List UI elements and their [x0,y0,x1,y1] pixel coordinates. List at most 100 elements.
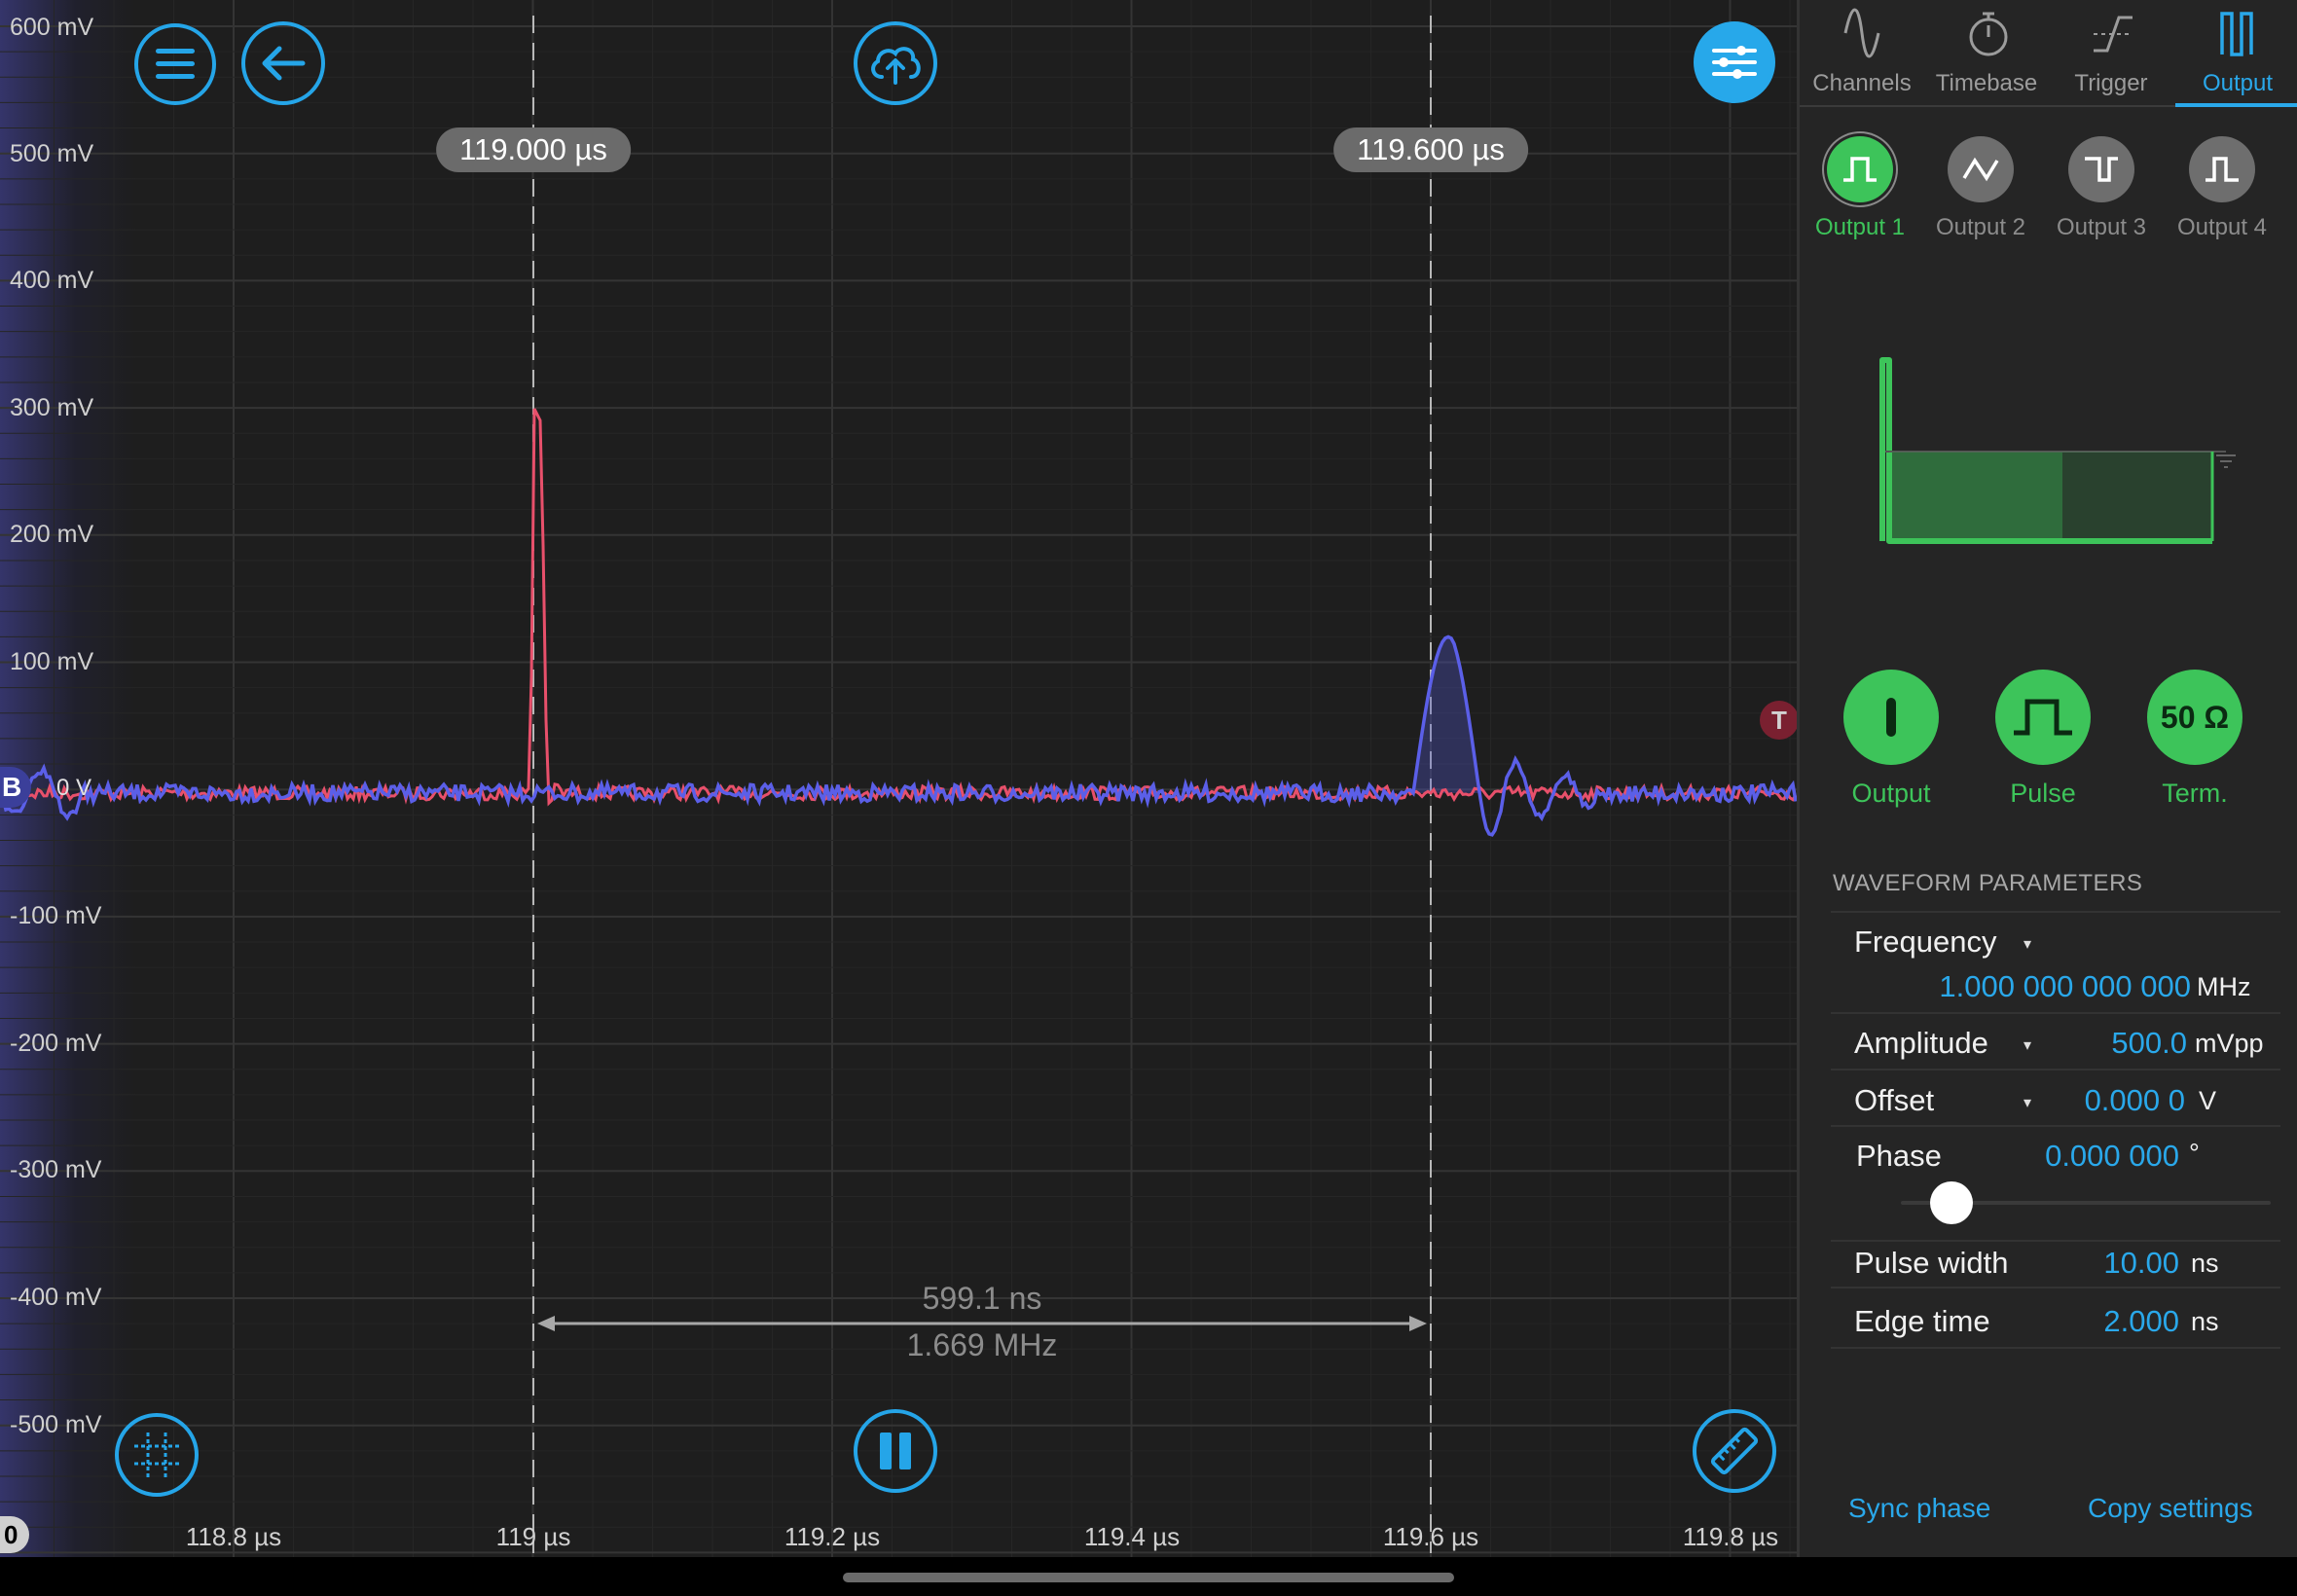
y-axis-label: 600 mV [10,14,94,41]
back-button[interactable] [241,21,325,105]
output-1-selector[interactable]: Output 1 [1800,136,1920,241]
frequency-unit: MHz [2197,972,2251,1001]
divider [1831,1287,2280,1288]
offset-value[interactable]: 0.000 0 [1994,1083,2185,1118]
divider [1831,1069,2280,1070]
home-indicator-bar [0,1557,2297,1596]
cloud-upload-icon [871,47,921,85]
tab-label: Output [2202,70,2274,96]
upload-button[interactable] [854,21,937,105]
output-label: Output 1 [1814,214,1906,240]
delta-arrow-left-head [537,1316,555,1331]
y-axis-label: -100 mV [10,902,102,929]
phase-label: Phase [1856,1139,1942,1173]
y-axis-label: -500 mV [10,1411,102,1438]
big-button-label: Pulse [2010,779,2076,808]
divider [1831,1125,2280,1127]
output-label: Output 2 [1935,214,2026,240]
amplitude-value[interactable]: 500.0 [1994,1026,2187,1061]
offset-unit: V [2199,1086,2217,1115]
tab-active-indicator [2175,103,2297,107]
tab-trigger[interactable]: Trigger [2049,0,2173,107]
channel-a-trace [0,408,1797,807]
output-4-selector[interactable]: Output 4 [2162,136,2282,241]
pulse-width-unit: ns [2191,1249,2219,1278]
trigger-edge-icon [2094,16,2133,53]
amplitude-label: Amplitude [1854,1026,1988,1060]
edge-time-label: Edge time [1854,1304,1990,1338]
divider [1831,1240,2280,1242]
pulse-icon [1827,136,1893,202]
back-arrow-icon [262,46,306,81]
section-title: WAVEFORM PARAMETERS [1833,870,2143,896]
sine-icon [1948,136,2014,202]
tab-label: Trigger [2074,70,2148,96]
frequency-value[interactable]: 1.000 000 000 000 [1903,969,2191,1004]
sync-phase-button[interactable]: Sync phase [1848,1493,1990,1524]
delta-arrow-right-head [1409,1316,1427,1331]
x-axis-label: 119.6 µs [1382,1522,1479,1551]
phase-value[interactable]: 0.000 000 [1975,1139,2179,1174]
pause-button[interactable] [854,1409,937,1493]
grid-button[interactable] [115,1413,199,1497]
pulse-width-value[interactable]: 10.00 [1994,1246,2179,1281]
waveform-preview [1879,357,2236,544]
pulse-width-label: Pulse width [1854,1246,2009,1280]
grid-icon [134,1433,179,1477]
big-button-label: Output [1851,779,1931,808]
delta-time-readout: 599.1 ns [922,1281,1042,1316]
tab-label: Timebase [1935,70,2038,96]
scope-grid [0,0,1797,1557]
measure-button[interactable] [1693,1409,1776,1493]
stopwatch-icon [1969,12,2008,56]
frequency-dropdown-icon[interactable]: ▾ [2024,934,2031,954]
y-axis-label: -400 mV [10,1284,102,1311]
termination-button[interactable]: 50 Ω Term. [2136,670,2253,809]
output-enable-button[interactable]: Output [1833,670,1950,809]
pause-icon [880,1433,911,1469]
x-axis-label: 118.8 µs [185,1522,282,1551]
copy-settings-button[interactable]: Copy settings [2088,1493,2253,1524]
tab-timebase[interactable]: Timebase [1924,0,2049,107]
edge-time-value[interactable]: 2.000 [1994,1304,2179,1339]
y-axis-label: 400 mV [10,267,94,294]
output-2-selector[interactable]: Output 2 [1920,136,2041,241]
tab-label: Channels [1812,70,1912,96]
menu-button[interactable] [134,23,216,105]
divider [1831,1347,2280,1349]
power-icon [1843,670,1939,765]
offset-label: Offset [1854,1083,1935,1117]
cursor-b-badge[interactable]: 119.600 µs [1333,127,1528,172]
divider [1831,1012,2280,1014]
termination-value: 50 Ω [2147,670,2242,765]
y-axis-label: -200 mV [10,1030,102,1057]
output-label: Output 3 [2056,214,2147,240]
channel-b-trace [0,635,1797,837]
hamburger-menu-icon [156,49,195,79]
zero-volt-label: 0 V [56,775,92,801]
pulse-mode-button[interactable]: Pulse [1985,670,2101,809]
y-axis-label: 100 mV [10,648,94,675]
home-indicator[interactable] [843,1573,1454,1582]
x-axis-label: 119.8 µs [1682,1522,1779,1551]
sliders-icon [1712,46,1757,79]
phase-unit: ° [2189,1139,2200,1168]
cursor-a-badge[interactable]: 119.000 µs [436,127,631,172]
trigger-level-marker[interactable]: T [1760,701,1797,740]
pulse-icon [2189,136,2255,202]
x-axis-label: 119 µs [495,1522,571,1551]
phase-slider-thumb[interactable] [1930,1181,1973,1224]
edge-time-unit: ns [2191,1307,2219,1336]
divider [1831,911,2280,913]
ruler-icon [1710,1427,1759,1475]
tab-channels[interactable]: Channels [1800,0,1924,107]
big-button-label: Term. [2162,779,2228,808]
pulse-icon [1995,670,2091,765]
scope-display[interactable]: 600 mV 500 mV 400 mV 300 mV 200 mV 100 m… [0,0,1797,1557]
square-icon [2068,136,2134,202]
y-axis-label: 300 mV [10,394,94,421]
settings-button[interactable] [1694,21,1775,103]
x-axis-label: 119.4 µs [1083,1522,1181,1551]
output-3-selector[interactable]: Output 3 [2041,136,2162,241]
tab-output[interactable]: Output [2175,0,2297,107]
